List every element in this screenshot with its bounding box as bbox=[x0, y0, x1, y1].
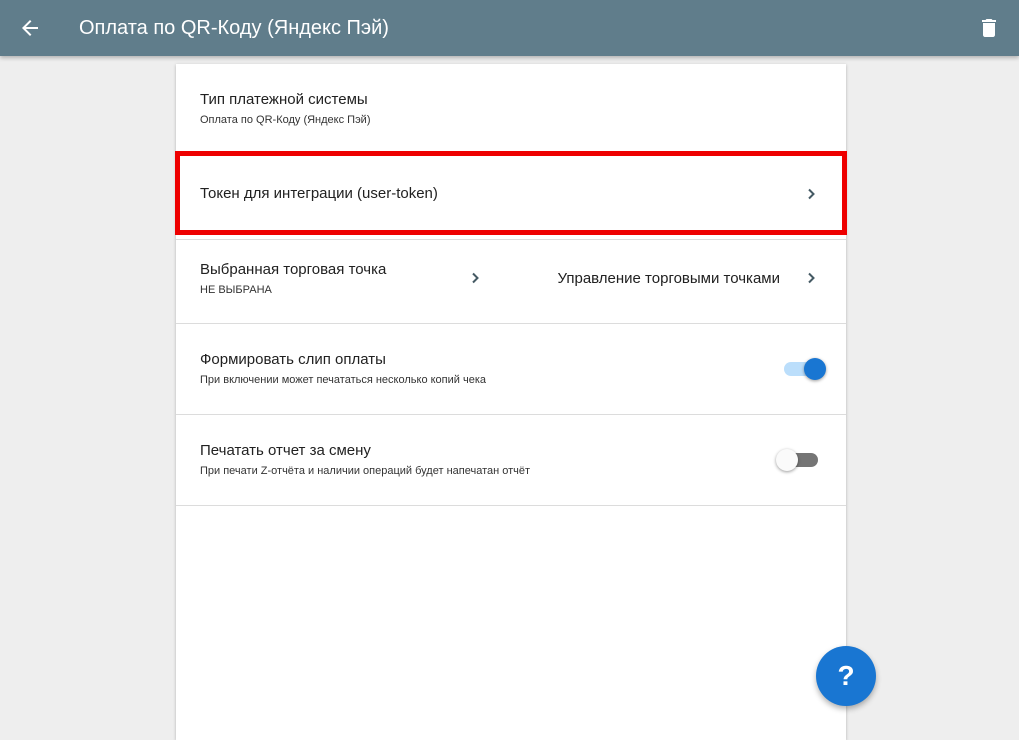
payment-type-value: Оплата по QR-Коду (Яндекс Пэй) bbox=[200, 114, 371, 126]
back-button[interactable] bbox=[10, 8, 50, 48]
app-bar: Оплата по QR-Коду (Яндекс Пэй) bbox=[0, 0, 1019, 56]
shift-report-toggle[interactable] bbox=[776, 448, 822, 472]
shift-report-row: Печатать отчет за смену При печати Z-отч… bbox=[176, 415, 846, 506]
trash-icon bbox=[982, 19, 996, 37]
trade-point-title: Выбранная торговая точка bbox=[200, 261, 387, 278]
trade-point-selector[interactable]: Выбранная торговая точка НЕ ВЫБРАНА bbox=[176, 240, 496, 324]
trade-point-value: НЕ ВЫБРАНА bbox=[200, 284, 272, 296]
delete-button[interactable] bbox=[969, 8, 1009, 48]
help-button[interactable]: ? bbox=[816, 646, 876, 706]
chevron-right-icon bbox=[468, 271, 482, 285]
toggle-thumb bbox=[804, 358, 826, 380]
shift-report-title: Печатать отчет за смену bbox=[200, 442, 371, 459]
toggle-thumb bbox=[776, 449, 798, 471]
slip-title: Формировать слип оплаты bbox=[200, 351, 386, 368]
settings-card: Тип платежной системы Оплата по QR-Коду … bbox=[176, 64, 846, 740]
slip-row: Формировать слип оплаты При включении мо… bbox=[176, 324, 846, 415]
manage-trade-points-label: Управление торговыми точками bbox=[557, 270, 781, 287]
payment-type-row[interactable]: Тип платежной системы Оплата по QR-Коду … bbox=[176, 64, 846, 152]
slip-toggle[interactable] bbox=[780, 357, 826, 381]
token-row[interactable]: Токен для интеграции (user-token) bbox=[176, 152, 846, 240]
trade-point-row: Выбранная торговая точка НЕ ВЫБРАНА Упра… bbox=[176, 240, 846, 324]
payment-type-title: Тип платежной системы bbox=[200, 91, 368, 108]
page-title: Оплата по QR-Коду (Яндекс Пэй) bbox=[79, 17, 389, 39]
token-title: Токен для интеграции (user-token) bbox=[200, 185, 438, 202]
arrow-left-icon bbox=[22, 20, 38, 36]
shift-report-description: При печати Z-отчёта и наличии операций б… bbox=[200, 465, 531, 477]
manage-trade-points-link[interactable]: Управление торговыми точками bbox=[516, 240, 846, 324]
slip-description: При включении может печататься несколько… bbox=[200, 374, 486, 386]
chevron-right-icon bbox=[804, 187, 818, 201]
chevron-right-icon bbox=[804, 271, 818, 285]
